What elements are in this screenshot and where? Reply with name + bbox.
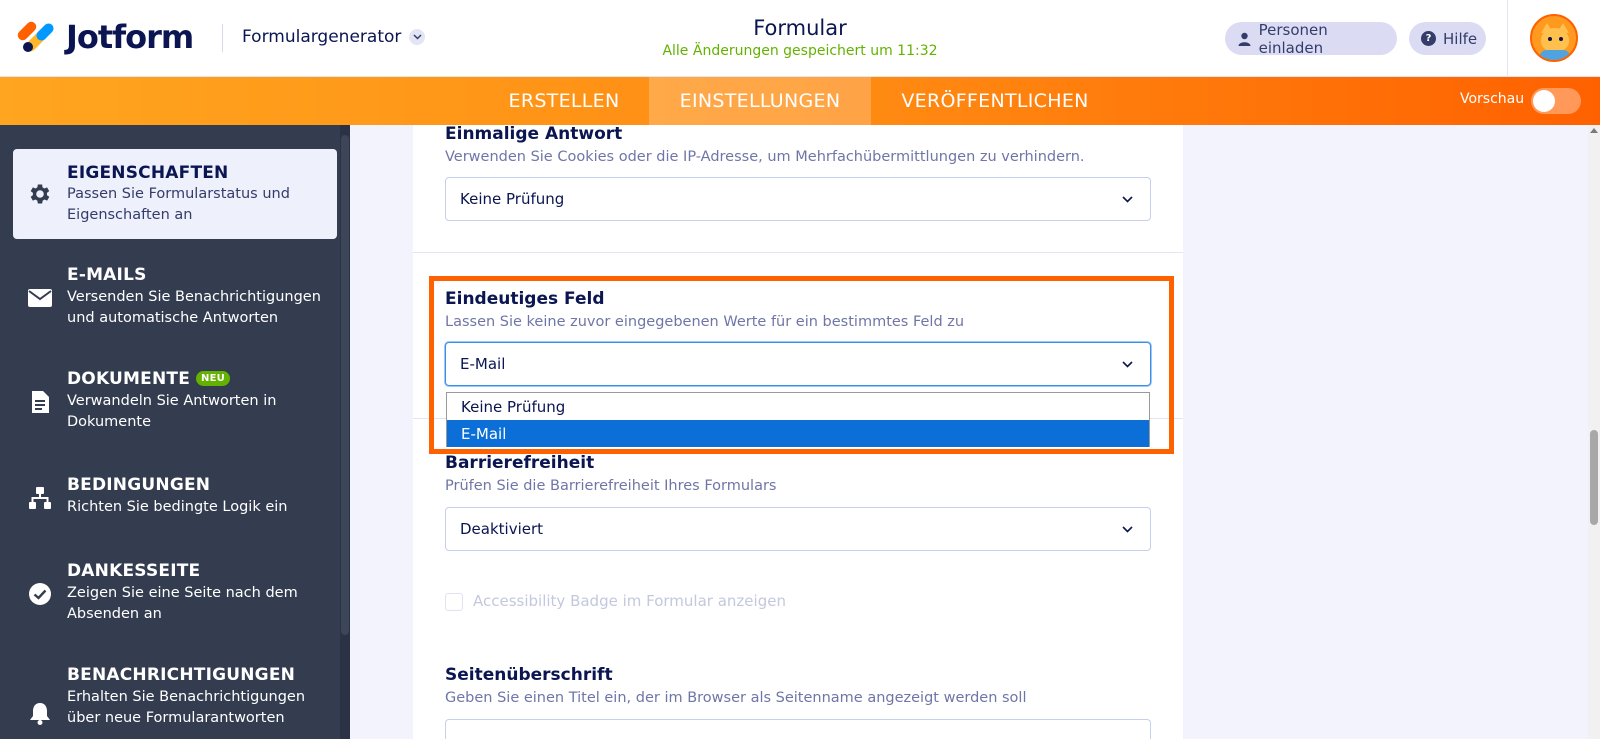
sidebar-item-title: E-MAILS — [67, 265, 147, 285]
top-header: Jotform Formulargenerator Formular Alle … — [0, 0, 1600, 77]
question-icon: ? — [1421, 31, 1436, 47]
invite-people-button[interactable]: Personen einladen — [1225, 20, 1397, 57]
sidebar-item-title: BEDINGUNGEN — [67, 475, 211, 495]
sidebar-item-emails[interactable]: E-MAILS Versenden Sie Benachrichtigungen… — [13, 255, 337, 341]
sidebar-item-title: EIGENSCHAFTEN — [67, 163, 229, 183]
user-icon — [1237, 31, 1252, 47]
envelope-icon — [27, 285, 53, 311]
sidebar-scrollbar[interactable] — [340, 125, 350, 739]
preview-toggle-knob — [1533, 90, 1555, 112]
preview-toggle[interactable] — [1531, 88, 1581, 114]
accessibility-badge-checkbox[interactable] — [445, 593, 463, 611]
single-answer-value: Keine Prüfung — [460, 190, 565, 208]
builder-menu-dropdown[interactable]: Formulargenerator — [242, 27, 426, 47]
sidebar-item-desc: Richten Sie bedingte Logik ein — [67, 499, 288, 515]
accessibility-select[interactable]: Deaktiviert — [445, 507, 1151, 551]
form-title[interactable]: Formular — [700, 16, 900, 40]
sidebar-scrollbar-thumb[interactable] — [341, 135, 349, 635]
sidebar-item-desc: Versenden Sie Benachrichtigungen und aut… — [67, 289, 321, 326]
tab-settings[interactable]: EINSTELLUNGEN — [649, 77, 871, 125]
check-circle-icon — [27, 581, 53, 607]
document-icon — [27, 389, 53, 415]
page-title-input[interactable] — [445, 719, 1151, 739]
accessibility-title: Barrierefreiheit — [445, 453, 595, 473]
jotform-logo-icon — [15, 19, 56, 54]
accessibility-desc: Prüfen Sie die Barrierefreiheit Ihres Fo… — [445, 478, 777, 494]
tab-publish[interactable]: VERÖFFENTLICHEN — [880, 77, 1110, 125]
sidebar-item-documents[interactable]: DOKUMENTE NEU Verwandeln Sie Antworten in… — [13, 359, 337, 445]
settings-main: Einmalige Antwort Verwenden Sie Cookies … — [350, 125, 1588, 739]
settings-panel: Einmalige Antwort Verwenden Sie Cookies … — [413, 125, 1183, 739]
section-divider — [413, 252, 1183, 253]
sidebar-item-properties[interactable]: EIGENSCHAFTEN Passen Sie Formularstatus … — [13, 149, 337, 239]
tab-build[interactable]: ERSTELLEN — [494, 77, 634, 125]
logo-text: Jotform — [66, 18, 194, 56]
page-scrollbar-thumb[interactable] — [1590, 430, 1598, 525]
single-answer-desc: Verwenden Sie Cookies oder die IP-Adress… — [445, 149, 1085, 165]
sidebar-item-title-text: DOKUMENTE — [67, 369, 191, 389]
new-badge: NEU — [196, 371, 230, 386]
sidebar-item-title: DANKESSEITE — [67, 561, 201, 581]
chevron-down-icon — [409, 29, 426, 45]
highlight-annotation — [429, 276, 1174, 454]
header-divider — [222, 24, 223, 52]
single-answer-select[interactable]: Keine Prüfung — [445, 177, 1151, 221]
sidebar-item-thankyou[interactable]: DANKESSEITE Zeigen Sie eine Seite nach d… — [13, 551, 337, 637]
invite-label: Personen einladen — [1258, 20, 1328, 57]
header-divider-right — [1507, 0, 1508, 77]
jotform-logo[interactable]: Jotform — [15, 18, 194, 56]
hierarchy-icon — [27, 485, 53, 511]
help-button[interactable]: ? Hilfe — [1409, 22, 1486, 55]
sidebar-item-desc: Zeigen Sie eine Seite nach dem Absenden … — [67, 585, 298, 622]
help-label: Hilfe — [1443, 29, 1478, 48]
sidebar-item-desc: Passen Sie Formularstatus und Eigenschaf… — [67, 186, 290, 223]
sidebar-item-desc: Verwandeln Sie Antworten in Dokumente — [67, 393, 277, 430]
gear-icon — [27, 181, 53, 207]
accessibility-value: Deaktiviert — [460, 520, 544, 538]
builder-menu-label: Formulargenerator — [242, 27, 402, 47]
accessibility-badge-label: Accessibility Badge im Formular anzeigen — [473, 592, 786, 610]
scroll-up-arrow-icon[interactable] — [1590, 128, 1598, 133]
sidebar-item-notifications[interactable]: BENACHRICHTIGUNGEN Erhalten Sie Benachri… — [13, 655, 337, 739]
saved-status: Alle Änderungen gespeichert um 11:32 — [662, 43, 938, 59]
preview-label: Vorschau — [1460, 91, 1525, 107]
builder-navbar: ERSTELLEN EINSTELLUNGEN VERÖFFENTLICHEN … — [0, 77, 1600, 125]
bell-icon — [27, 700, 53, 726]
sidebar-item-conditions[interactable]: BEDINGUNGEN Richten Sie bedingte Logik e… — [13, 465, 337, 531]
page-title-setting-desc: Geben Sie einen Titel ein, der im Browse… — [445, 690, 1027, 706]
chevron-down-icon — [1120, 192, 1134, 206]
single-answer-title: Einmalige Antwort — [445, 125, 623, 144]
settings-sidebar: EIGENSCHAFTEN Passen Sie Formularstatus … — [0, 125, 350, 739]
sidebar-item-title: DOKUMENTE NEU — [67, 369, 230, 389]
chevron-down-icon — [1120, 522, 1134, 536]
sidebar-item-title: BENACHRICHTIGUNGEN — [67, 665, 296, 685]
avatar[interactable] — [1530, 14, 1578, 62]
sidebar-item-desc: Erhalten Sie Benachrichtigungen über neu… — [67, 689, 306, 726]
page-title-setting-title: Seitenüberschrift — [445, 665, 613, 685]
page-scrollbar[interactable] — [1588, 125, 1600, 739]
